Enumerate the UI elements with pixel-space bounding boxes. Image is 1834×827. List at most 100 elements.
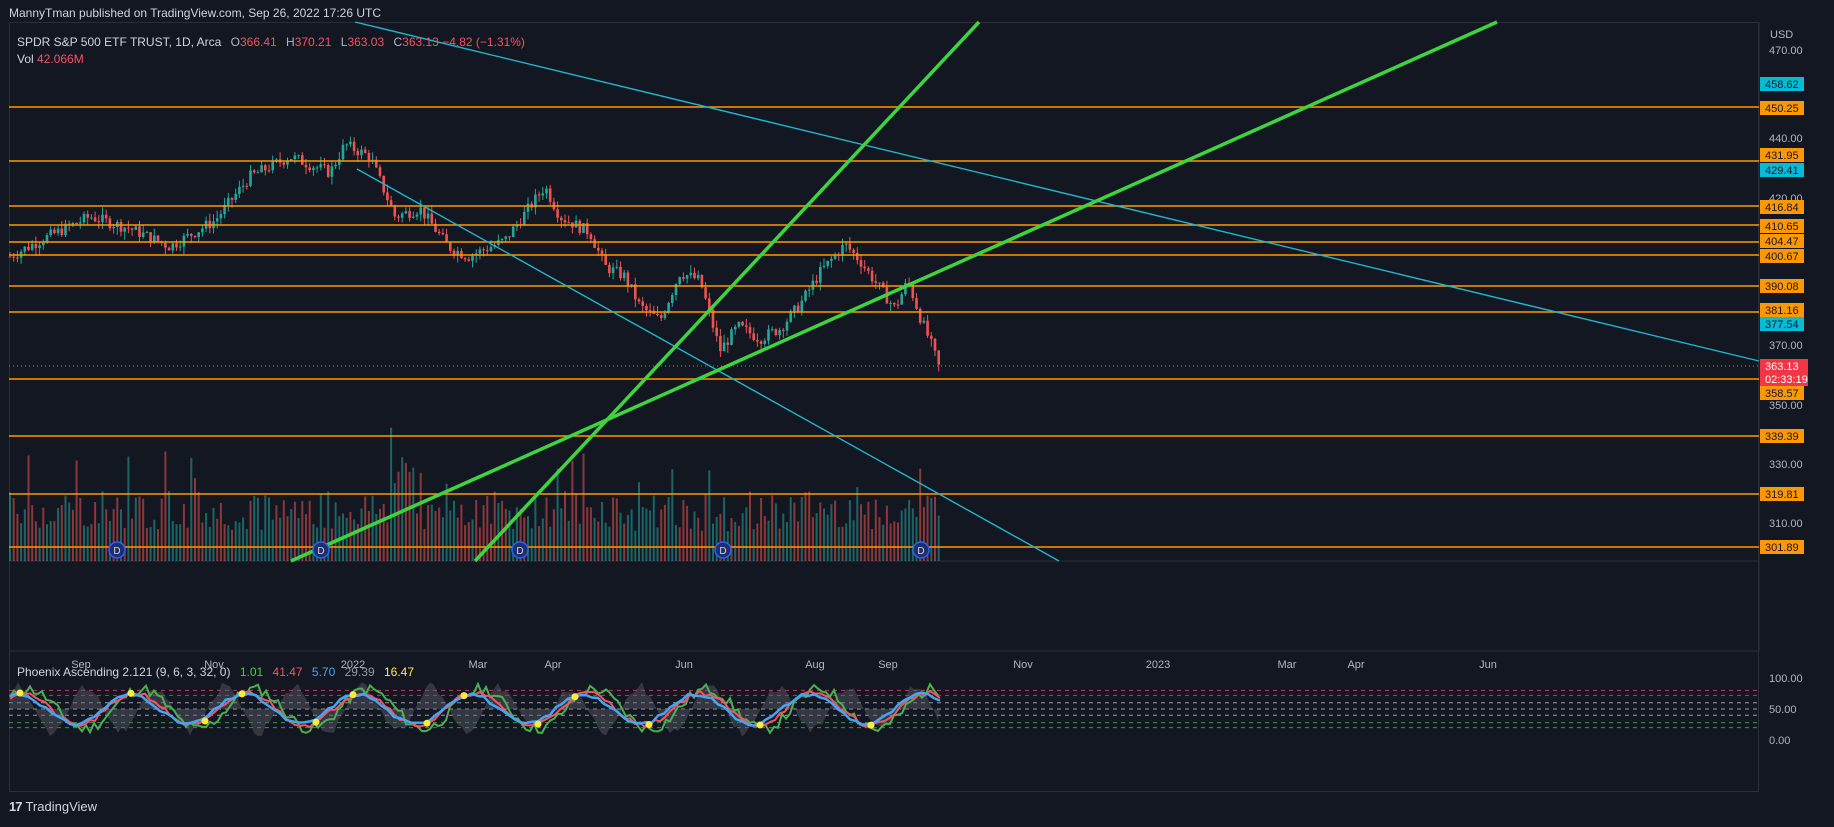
chart-canvas[interactable]: D D D D DUSD470.00440.00420.00370.00350.0033… (0, 0, 1834, 827)
candle-body (412, 216, 415, 218)
candle-body (841, 244, 844, 256)
volume-bar (700, 530, 703, 561)
candle-body (763, 340, 767, 344)
volume-bar (334, 502, 337, 561)
candle-body (264, 165, 267, 171)
volume-bar (297, 518, 300, 561)
candle-body (408, 211, 411, 218)
volume-bar (586, 507, 589, 561)
volume-bar (760, 498, 763, 561)
tradingview-footer[interactable]: 17 TradingView (9, 799, 97, 814)
volume-bar (630, 509, 633, 561)
candle-body (523, 211, 526, 226)
candle-body (186, 233, 189, 236)
volume-bar (934, 496, 936, 561)
candle-body (82, 213, 86, 223)
candle-body (807, 289, 811, 291)
candle-body (367, 152, 371, 161)
candle-body (900, 294, 903, 305)
volume-bar (567, 520, 570, 561)
volume-bar (134, 497, 137, 561)
candle-body (326, 165, 330, 177)
candle-body (830, 258, 833, 261)
volume-bar (371, 495, 374, 561)
change-value: −4.82 (−1.31%) (442, 35, 525, 49)
volume-bar (841, 526, 844, 561)
volume-bar (475, 500, 478, 561)
candle-body (615, 266, 619, 268)
volume-bar (830, 504, 833, 561)
volume-bar (615, 498, 618, 561)
price-tick-label: 440.00 (1769, 133, 1803, 145)
symbol-legend[interactable]: SPDR S&P 500 ETF TRUST, 1D, Arca O366.41… (17, 35, 525, 49)
candle-body (696, 274, 700, 279)
volume-bar (663, 504, 666, 561)
candle-body (282, 162, 286, 165)
volume-bar (9, 492, 11, 561)
candle-body (785, 321, 789, 331)
candle-body (874, 281, 878, 283)
oscillator-tick-label: 100.00 (1769, 673, 1803, 685)
candle-body (389, 200, 393, 206)
volume-bar (626, 514, 629, 561)
candle-body (778, 329, 781, 336)
oscillator-signal-dot (460, 692, 468, 700)
candle-body (489, 247, 493, 252)
volume-bar (253, 495, 256, 561)
candle-body (600, 250, 604, 255)
volume-bar (423, 528, 426, 561)
time-axis-label: Apr (1347, 659, 1364, 671)
candle-body (423, 207, 426, 219)
oscillator-signal-dot (201, 717, 209, 725)
candle-body (349, 141, 352, 145)
volume-bar (275, 505, 278, 561)
channel-lower-line[interactable] (356, 168, 1060, 562)
volume-legend[interactable]: Vol 42.066M (17, 52, 84, 66)
volume-bar (623, 523, 626, 561)
candle-body (719, 335, 722, 352)
candle-body (589, 234, 593, 240)
volume-bar (31, 505, 34, 561)
candle-body (767, 329, 770, 341)
indicator-legend[interactable]: Phoenix Ascending 2.121 (9, 6, 3, 32, 0)… (17, 665, 414, 679)
candle-body (245, 185, 249, 187)
candle-body (930, 335, 933, 339)
volume-bar (897, 522, 899, 561)
candle-body (167, 247, 171, 251)
candle-body (197, 232, 200, 238)
trendline-shallow[interactable] (290, 20, 1498, 563)
volume-bar (38, 527, 41, 561)
volume-bar (105, 509, 108, 561)
volume-bar (97, 523, 100, 561)
candle-body (933, 338, 937, 351)
volume-bar (60, 504, 63, 561)
candle-body (86, 213, 89, 218)
candle-body (53, 229, 56, 234)
oscillator-signal-dot (423, 719, 431, 727)
candle-body (430, 213, 434, 224)
oscillator-signal-dot (16, 689, 24, 697)
candle-body (356, 150, 360, 156)
price-badge-label: 429.41 (1765, 165, 1799, 177)
candle-body (201, 228, 204, 233)
indicator-value-3: 5.70 (311, 665, 336, 679)
volume-bar (549, 526, 552, 561)
volume-bar (53, 521, 56, 561)
volume-bar (837, 526, 840, 561)
candle-body (578, 220, 582, 233)
trendline-steep[interactable] (473, 20, 981, 563)
volume-bar (900, 510, 903, 561)
volume-bar (774, 503, 777, 561)
volume-bar (893, 521, 896, 561)
volume-bar (12, 498, 15, 561)
volume-bar (800, 496, 803, 561)
volume-bar (182, 504, 185, 561)
volume-bar (771, 495, 774, 561)
candle-body (733, 326, 737, 330)
candle-body (312, 167, 315, 171)
candle-body (756, 339, 759, 342)
volume-bar (634, 530, 637, 561)
channel-upper-line[interactable] (354, 21, 1760, 362)
volume-bar (186, 527, 189, 561)
candle-body (234, 193, 237, 200)
